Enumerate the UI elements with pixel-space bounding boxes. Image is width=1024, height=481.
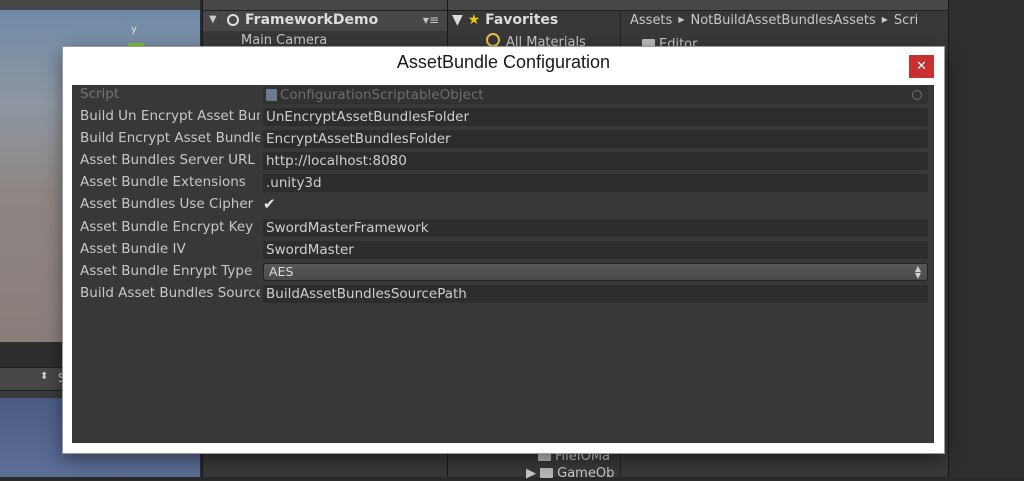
- field-row: Build Encrypt Asset Bundles Folder Encry…: [72, 129, 934, 149]
- script-label: Script: [80, 86, 120, 102]
- close-button[interactable]: ✕: [909, 55, 934, 78]
- scene-gizmo-axis-label: y: [131, 24, 137, 35]
- inspector-panel-background: [949, 0, 1024, 477]
- expand-triangle-icon[interactable]: ▼: [209, 14, 217, 25]
- field-label: Asset Bundles Server URL: [80, 152, 255, 168]
- encrypt-type-dropdown[interactable]: AES ▲ ▼: [263, 263, 928, 281]
- extensions-input[interactable]: .unity3d: [263, 174, 928, 192]
- field-label: Asset Bundles Use Cipher: [80, 196, 254, 212]
- field-label: Build Un Encrypt Asset Bundles Folder: [80, 108, 260, 124]
- source-path-input[interactable]: BuildAssetBundlesSourcePath: [263, 285, 928, 303]
- chevron-right-icon: ▶: [881, 15, 888, 24]
- field-row: Asset Bundle IV SwordMaster: [72, 240, 934, 260]
- field-label: Asset Bundle IV: [80, 241, 186, 257]
- expand-triangle-icon[interactable]: ▼: [452, 12, 463, 28]
- dropdown-arrows-icon[interactable]: ⬍: [40, 371, 48, 382]
- breadcrumb-item[interactable]: Assets: [630, 13, 672, 28]
- field-row: Build Asset Bundles Source Path BuildAss…: [72, 284, 934, 304]
- breadcrumb: Assets ▶ NotBuildAssetBundlesAssets ▶ Scri: [630, 13, 918, 28]
- search-icon: [486, 33, 500, 47]
- scene-name: FrameworkDemo: [245, 12, 379, 28]
- star-icon: ★: [467, 12, 481, 28]
- hierarchy-toolbar: [203, 0, 447, 11]
- field-label: Asset Bundle Enrypt Type: [80, 263, 253, 279]
- hierarchy-scene-row[interactable]: ▼ FrameworkDemo ▾≡: [203, 11, 447, 31]
- iv-input[interactable]: SwordMaster: [263, 241, 928, 259]
- unencrypt-folder-input[interactable]: UnEncryptAssetBundlesFolder: [263, 108, 928, 126]
- favorites-label: Favorites: [485, 12, 559, 28]
- hierarchy-item-main-camera[interactable]: Main Camera: [241, 33, 327, 48]
- use-cipher-checkbox[interactable]: ✔: [263, 197, 278, 212]
- field-row: Asset Bundles Use Cipher ✔: [72, 195, 934, 215]
- scene-menu-icon[interactable]: ▾≡: [423, 13, 439, 27]
- field-row: Asset Bundle Enrypt Type AES ▲ ▼: [72, 262, 934, 282]
- field-label: Build Asset Bundles Source Path: [80, 285, 260, 301]
- field-label: Build Encrypt Asset Bundles Folder: [80, 130, 260, 146]
- inspector-content: Script ConfigurationScriptableObject Bui…: [72, 85, 934, 443]
- script-file-icon: [266, 89, 277, 101]
- field-row: Asset Bundle Encrypt Key SwordMasterFram…: [72, 218, 934, 238]
- field-label: Asset Bundle Encrypt Key: [80, 219, 254, 235]
- field-label: Asset Bundle Extensions: [80, 174, 246, 190]
- favorites-header[interactable]: ▼ ★ Favorites: [452, 12, 558, 28]
- encrypt-key-input[interactable]: SwordMasterFramework: [263, 219, 928, 237]
- script-value: ConfigurationScriptableObject: [280, 87, 484, 103]
- dropdown-value: AES: [269, 264, 294, 279]
- expand-triangle-icon[interactable]: ▶: [526, 466, 536, 481]
- breadcrumb-item[interactable]: NotBuildAssetBundlesAssets: [690, 13, 875, 28]
- field-row: Asset Bundles Server URL http://localhos…: [72, 151, 934, 171]
- chevron-right-icon: ▶: [678, 15, 685, 24]
- object-picker-icon: [912, 90, 922, 100]
- field-row: Asset Bundle Extensions .unity3d: [72, 173, 934, 193]
- script-row: Script ConfigurationScriptableObject: [72, 85, 934, 105]
- field-row: Build Un Encrypt Asset Bundles Folder Un…: [72, 107, 934, 127]
- breadcrumb-item[interactable]: Scri: [894, 13, 918, 28]
- folder-label: GameOb: [557, 466, 615, 481]
- server-url-input[interactable]: http://localhost:8080: [263, 152, 928, 170]
- encrypt-folder-input[interactable]: EncryptAssetBundlesFolder: [263, 130, 928, 148]
- unity-scene-icon: [227, 14, 239, 26]
- folder-item[interactable]: ▶ GameOb: [526, 466, 614, 481]
- configuration-dialog: AssetBundle Configuration ✕ Script Confi…: [63, 47, 944, 453]
- script-field: ConfigurationScriptableObject: [263, 86, 928, 104]
- dialog-title: AssetBundle Configuration: [396, 52, 611, 72]
- project-toolbar: [448, 0, 948, 11]
- dropdown-arrows-icon: ▲ ▼: [914, 264, 921, 280]
